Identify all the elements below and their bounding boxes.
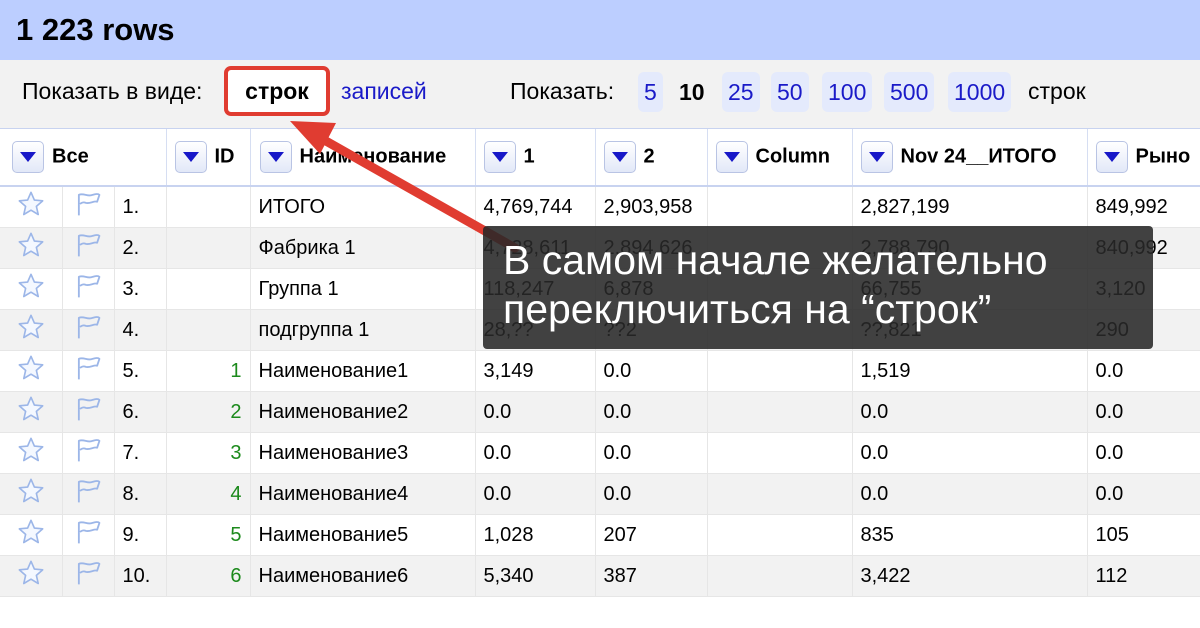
annotation-line-2: переключиться на “строк” [503, 286, 992, 332]
annotation-line-1: В самом начале желательно [503, 237, 1048, 283]
arrow-head-icon [290, 121, 336, 154]
annotation-tooltip: В самом начале желательно переключиться … [483, 226, 1153, 349]
